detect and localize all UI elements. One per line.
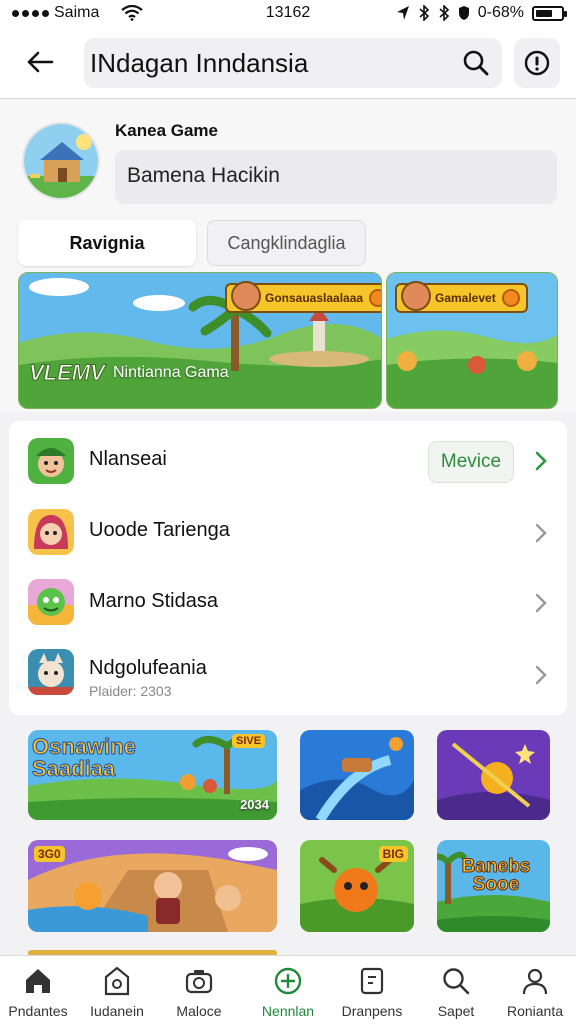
nav-item-pndantes[interactable]: Pndantes (0, 956, 79, 1024)
list-item[interactable]: Marno Stidasa (9, 569, 567, 641)
game-list: Nlanseai Mevice Uoode Tarienga Marno Sti… (9, 421, 567, 715)
player-chip: Gonsauaslaalaaa (225, 281, 381, 313)
house-icon (24, 124, 98, 198)
tile-title: Osnawine Saadiaa (32, 734, 137, 781)
search-icon (443, 968, 470, 995)
location-icon (396, 6, 409, 20)
battery-icon (532, 5, 567, 21)
nav-item-ronianta[interactable]: Ronianta (494, 956, 576, 1024)
side-banner[interactable]: Gamalevet (386, 272, 558, 409)
coin-icon (369, 289, 381, 307)
game-tile[interactable] (300, 730, 414, 820)
list-item-title: Ndgolufeania (89, 657, 207, 679)
featured-banner[interactable]: Gonsauaslaalaaa VLEMV Nintianna Gama (18, 272, 382, 409)
tab-cangklindaglia[interactable]: Cangklindaglia (207, 220, 366, 266)
list-item-title: Uoode Tarienga (89, 519, 230, 541)
battery-fill (536, 9, 553, 17)
shield-icon (458, 6, 469, 20)
chevron-right-icon[interactable] (533, 665, 549, 685)
coin-icon (501, 289, 520, 307)
bluetooth-icon (419, 5, 429, 21)
farmer-icon (28, 438, 74, 484)
tab-ravignia[interactable]: Ravignia (18, 220, 196, 266)
wifi-icon (121, 5, 144, 21)
nav-item-sapet[interactable]: Sapet (415, 956, 497, 1024)
top-app-bar: INdagan Inndansia (0, 26, 576, 99)
girl-icon (28, 509, 74, 555)
signal-icon (12, 9, 49, 17)
game-avatar[interactable] (22, 122, 100, 200)
list-item-subtitle: Plaider: 2303 (89, 683, 172, 699)
list-item-title: Marno Stidasa (89, 590, 218, 612)
nav-label: Pndantes (8, 1003, 68, 1019)
nav-label: Iudanein (90, 1003, 144, 1019)
list-item-title: Nlanseai (89, 448, 167, 470)
bluetooth-alt-icon (439, 5, 449, 21)
nav-label: Maloce (176, 1003, 222, 1019)
banner-caption: Nintianna Gama (113, 364, 229, 381)
game-tile[interactable]: Osnawine Saadiaa SIVE 2034 (28, 730, 277, 820)
back-button[interactable] (20, 42, 60, 82)
chevron-right-icon[interactable] (533, 523, 549, 543)
game-tile[interactable]: Banebs Sooe (437, 840, 550, 932)
nav-label: Dranpens (341, 1003, 403, 1019)
side-player-chip: Gamalevet (395, 281, 528, 313)
tile-image (300, 730, 414, 820)
side-chip-label: Gamalevet (435, 291, 496, 305)
search-input[interactable]: INdagan Inndansia (90, 48, 308, 79)
game-tile[interactable] (437, 730, 550, 820)
camera-icon (185, 970, 213, 994)
cat-icon (28, 649, 74, 695)
nav-label: Ronianta (506, 1003, 564, 1019)
home-icon (26, 969, 50, 993)
banner-logo: VLEMV (29, 360, 106, 386)
search-icon[interactable] (462, 49, 490, 77)
tile-chip: 3G0 (34, 846, 65, 862)
profile-icon (522, 968, 548, 995)
player-chip-label: Gonsauaslaalaaa (265, 291, 364, 305)
game-profile-section: Kanea Game Bamena Hacikin Ravignia Cangk… (0, 100, 576, 412)
doc-icon (360, 967, 384, 995)
carrier-name: Saima (54, 4, 100, 21)
game-tile[interactable]: BIG (300, 840, 414, 932)
character-face-icon (231, 281, 261, 311)
info-button[interactable] (514, 38, 560, 88)
search-bar[interactable]: INdagan Inndansia (84, 38, 502, 88)
tile-image (28, 840, 277, 932)
tile-title: Banebs Sooe (461, 856, 531, 895)
bottom-navigation: Pndantes Iudanein Maloce Nennlan Dranpen… (0, 955, 576, 1024)
tile-chip: BIG (378, 846, 408, 862)
status-bar: Saima 13162 0-68% (0, 0, 576, 26)
arrow-left-icon (27, 51, 54, 73)
list-item[interactable]: Nlanseai Mevice (9, 425, 567, 497)
nav-item-nennlan[interactable]: Nennlan (247, 956, 329, 1024)
player-name-field[interactable]: Bamena Hacikin (115, 150, 557, 204)
list-item[interactable]: Uoode Tarienga (9, 497, 567, 569)
add-icon (274, 967, 302, 995)
tile-image (437, 730, 550, 820)
game-tile[interactable]: 3G0 (28, 840, 277, 932)
game-title: Kanea Game (115, 121, 218, 140)
chevron-right-icon[interactable] (533, 593, 549, 613)
nav-label: Sapet (437, 1003, 475, 1019)
tablet-icon (104, 966, 130, 996)
nav-label: Nennlan (261, 1003, 315, 1019)
character-face-icon (401, 281, 431, 311)
tile-badge: 2034 (240, 797, 269, 812)
nav-item-iudanein[interactable]: Iudanein (76, 956, 158, 1024)
list-item[interactable]: Ndgolufeania Plaider: 2303 (9, 641, 567, 713)
battery-percent: 0-68% (477, 4, 524, 21)
nav-item-dranpens[interactable]: Dranpens (331, 956, 413, 1024)
tile-chip: SIVE (232, 734, 266, 748)
green-creature-icon (28, 579, 74, 625)
nav-item-maloce[interactable]: Maloce (158, 956, 240, 1024)
mevice-button[interactable]: Mevice (428, 441, 514, 483)
info-icon (524, 50, 550, 76)
chevron-right-icon[interactable] (533, 451, 549, 471)
